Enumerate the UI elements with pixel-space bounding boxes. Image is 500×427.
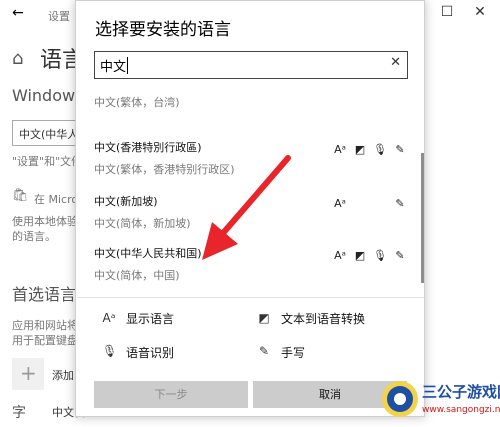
red-arrow-annotation: [202, 155, 291, 260]
watermark-logo-icon: [382, 381, 418, 417]
arrow-shaft: [221, 155, 291, 235]
watermark: 三公子游戏网 www.sangongzi.net: [380, 377, 500, 425]
watermark-url: www.sangongzi.net: [422, 405, 500, 415]
watermark-title: 三公子游戏网: [422, 383, 500, 401]
arrow-head: [202, 222, 238, 260]
